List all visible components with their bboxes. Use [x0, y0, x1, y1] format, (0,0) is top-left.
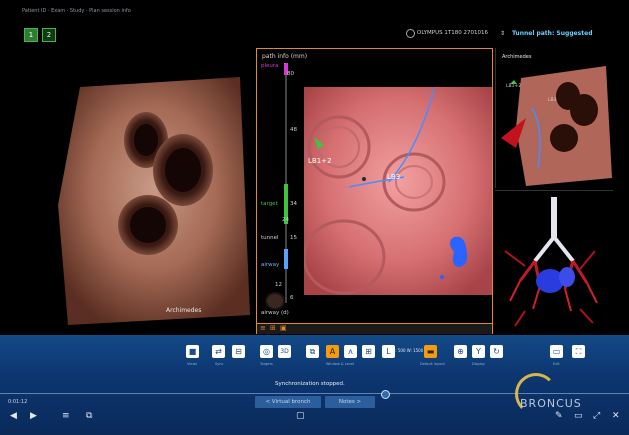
archimedes-watermark-right: Archimedes — [502, 54, 532, 60]
stop-icon[interactable]: ■ — [186, 345, 199, 358]
label-6: 6 — [290, 295, 294, 301]
label-80: 80 — [287, 71, 294, 77]
sync-status-text: Synchronization stopped. — [275, 381, 345, 387]
3d-icon[interactable]: 3D — [278, 345, 291, 358]
airway-marker — [284, 249, 288, 269]
navigation-3d-view[interactable]: Archimedes LB3 LB1+2 — [495, 48, 614, 188]
crosshair-icon[interactable]: ⊕ — [454, 345, 467, 358]
curve-icon[interactable]: ↻ — [490, 345, 503, 358]
window-small-icon[interactable]: ▭ — [574, 411, 583, 421]
layout-icon[interactable]: ⊟ — [232, 345, 245, 358]
display-label: Display — [472, 362, 485, 366]
label-48: 48 — [290, 127, 297, 133]
bronchial-tree-render — [504, 197, 598, 327]
airway-label-lb3: LB3 — [387, 173, 401, 181]
right-label-lb1-2: LB1+2 — [506, 84, 522, 89]
top-bar: Patient ID · Exam · Study · Plan session… — [0, 0, 629, 50]
level-value: L: 500 W: 1500 — [393, 348, 424, 353]
broncus-logo: BRONCUS — [520, 397, 582, 410]
bottom-toolbar: ■ Views ⇄ Sync ⊟ ◎ Targets 3D ⧉ A Window… — [0, 335, 629, 435]
tab-grid-icon[interactable]: ⊞ — [270, 324, 276, 332]
close-icon[interactable]: ✕ — [612, 411, 620, 421]
pen-icon[interactable]: ✎ — [555, 411, 563, 421]
archimedes-watermark: Archimedes — [166, 307, 202, 314]
session-info-text: Patient ID · Exam · Study · Plan session… — [22, 8, 131, 14]
elapsed-time: 0:01:12 — [8, 399, 28, 405]
label-12: 12 — [275, 282, 282, 288]
sync-icon-label: Sync — [215, 362, 224, 366]
bronchoscope-image — [58, 77, 250, 325]
path-info-title: path info (mm) — [262, 53, 308, 60]
lung-icon[interactable]: ᴧ — [344, 345, 357, 358]
default-layout-label: Default layout — [420, 362, 445, 366]
airway-label-lb1-2: LB1+2 — [308, 157, 332, 165]
zoom-icon[interactable]: ⊞ — [362, 345, 375, 358]
view-button-1[interactable]: 1 — [24, 28, 38, 42]
scope-icon — [406, 29, 415, 38]
panel-tab-bar: ≡ ⊞ ▣ — [257, 323, 492, 334]
branch-icon[interactable]: Y — [472, 345, 485, 358]
fullscreen-icon[interactable]: ⛶ — [572, 345, 585, 358]
tunnel-path-dropdown-icon[interactable]: ⇕ — [500, 30, 505, 37]
next-icon[interactable]: ▶ — [30, 411, 37, 421]
screen-icon[interactable]: ▭ — [550, 345, 563, 358]
prev-icon[interactable]: ◀ — [10, 411, 17, 421]
scope-model: OLYMPUS 1T180 2701016 — [417, 30, 488, 36]
layout-default-icon[interactable]: ▬ — [424, 345, 437, 358]
label-target: target — [261, 201, 278, 207]
label-15: 15 — [290, 235, 297, 241]
virtual-bronchoscopy-panel[interactable]: path info (mm) pleura 80 48 34 24 target… — [256, 48, 493, 334]
virtual-bronch-button[interactable]: < Virtual bronch — [255, 396, 321, 408]
timeline-scrubber[interactable] — [381, 390, 390, 399]
airway-cross-section-icon — [265, 292, 285, 310]
label-airway: airway — [261, 262, 280, 268]
label-24: 24 — [282, 217, 289, 223]
window-icon[interactable]: ⧉ — [306, 345, 319, 358]
airway-3d-render — [501, 66, 612, 186]
exit-label: Exit — [553, 362, 560, 366]
airway-icon[interactable]: A — [326, 345, 339, 358]
tab-square-icon[interactable]: ▣ — [280, 324, 287, 332]
target-icon-label: Targets — [260, 362, 273, 366]
label-tunnel: tunnel — [261, 235, 279, 241]
tunnel-path-selector[interactable]: Tunnel path: Suggested — [512, 30, 593, 37]
label-airway-d: airway (d) — [261, 310, 289, 316]
menu-icon[interactable]: ≡ — [62, 411, 70, 421]
label-pleura: pleura — [261, 63, 279, 69]
label-34: 34 — [290, 201, 297, 207]
window-level-label: Window & Level — [326, 362, 354, 366]
view-button-2[interactable]: 2 — [42, 28, 56, 42]
endoscope-live-view[interactable]: Archimedes — [18, 45, 254, 335]
target-icon[interactable]: ◎ — [260, 345, 273, 358]
right-label-lb3: LB3 — [548, 98, 557, 103]
expand-icon[interactable]: ⤢ — [593, 411, 600, 421]
stop-icon-label: Views — [187, 362, 198, 366]
virtual-airway-view[interactable] — [304, 87, 492, 295]
lung-tree-3d-view[interactable] — [495, 190, 613, 335]
tab-list-icon[interactable]: ≡ — [260, 324, 266, 332]
sync-icon[interactable]: ⇄ — [212, 345, 225, 358]
frame-icon[interactable]: ▢ — [296, 411, 305, 421]
copy-icon[interactable]: ⧉ — [86, 411, 92, 421]
notes-button[interactable]: Notes > — [325, 396, 375, 408]
